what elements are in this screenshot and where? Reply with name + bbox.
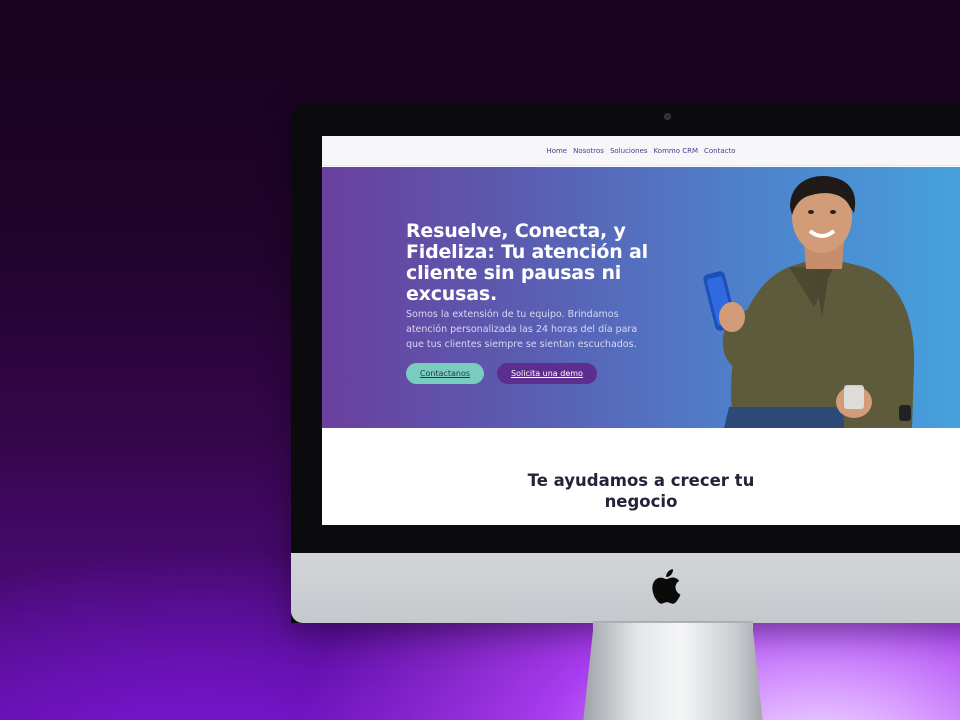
nav-nosotros[interactable]: Nosotros: [573, 147, 604, 155]
request-demo-button[interactable]: Solicita una demo: [497, 363, 597, 384]
hero-title-line-4: excusas.: [406, 283, 497, 305]
hero-title: Resuelve, Conecta, y Fideliza: Tu atenci…: [406, 221, 676, 305]
person-with-phone-image: [703, 176, 915, 428]
camera-icon: [664, 113, 671, 120]
nav-soluciones[interactable]: Soluciones: [610, 147, 648, 155]
hero-title-line-3: cliente sin pausas ni: [406, 262, 622, 284]
section-title-line-2: negocio: [604, 492, 678, 511]
nav-contacto[interactable]: Contacto: [704, 147, 736, 155]
apple-logo-icon: [652, 569, 681, 604]
site-navigation: Home Nosotros Soluciones Kommo CRM Conta…: [322, 136, 960, 166]
hero-subtitle-line-1: Somos la extensión de tu equipo. Brindam…: [406, 309, 619, 320]
hero-subtitle: Somos la extensión de tu equipo. Brindam…: [406, 307, 666, 352]
hero-banner: Resuelve, Conecta, y Fideliza: Tu atenci…: [322, 167, 960, 428]
hero-subtitle-line-3: que tus clientes siempre se sientan escu…: [406, 339, 637, 350]
hero-subtitle-line-2: atención personalizada las 24 horas del …: [406, 324, 638, 335]
section-title-line-1: Te ayudamos a crecer tu: [527, 471, 755, 490]
website-screen: Home Nosotros Soluciones Kommo CRM Conta…: [322, 136, 960, 525]
contact-button[interactable]: Contactanos: [406, 363, 484, 384]
hero-title-line-2: Fideliza: Tu atención al: [406, 241, 648, 263]
nav-kommo-crm[interactable]: Kommo CRM: [654, 147, 698, 155]
imac-chin: [291, 553, 960, 623]
hero-title-line-1: Resuelve, Conecta, y: [406, 220, 626, 242]
imac-stand: [583, 623, 763, 720]
section-title: Te ayudamos a crecer tu negocio: [322, 470, 960, 512]
nav-home[interactable]: Home: [546, 147, 567, 155]
